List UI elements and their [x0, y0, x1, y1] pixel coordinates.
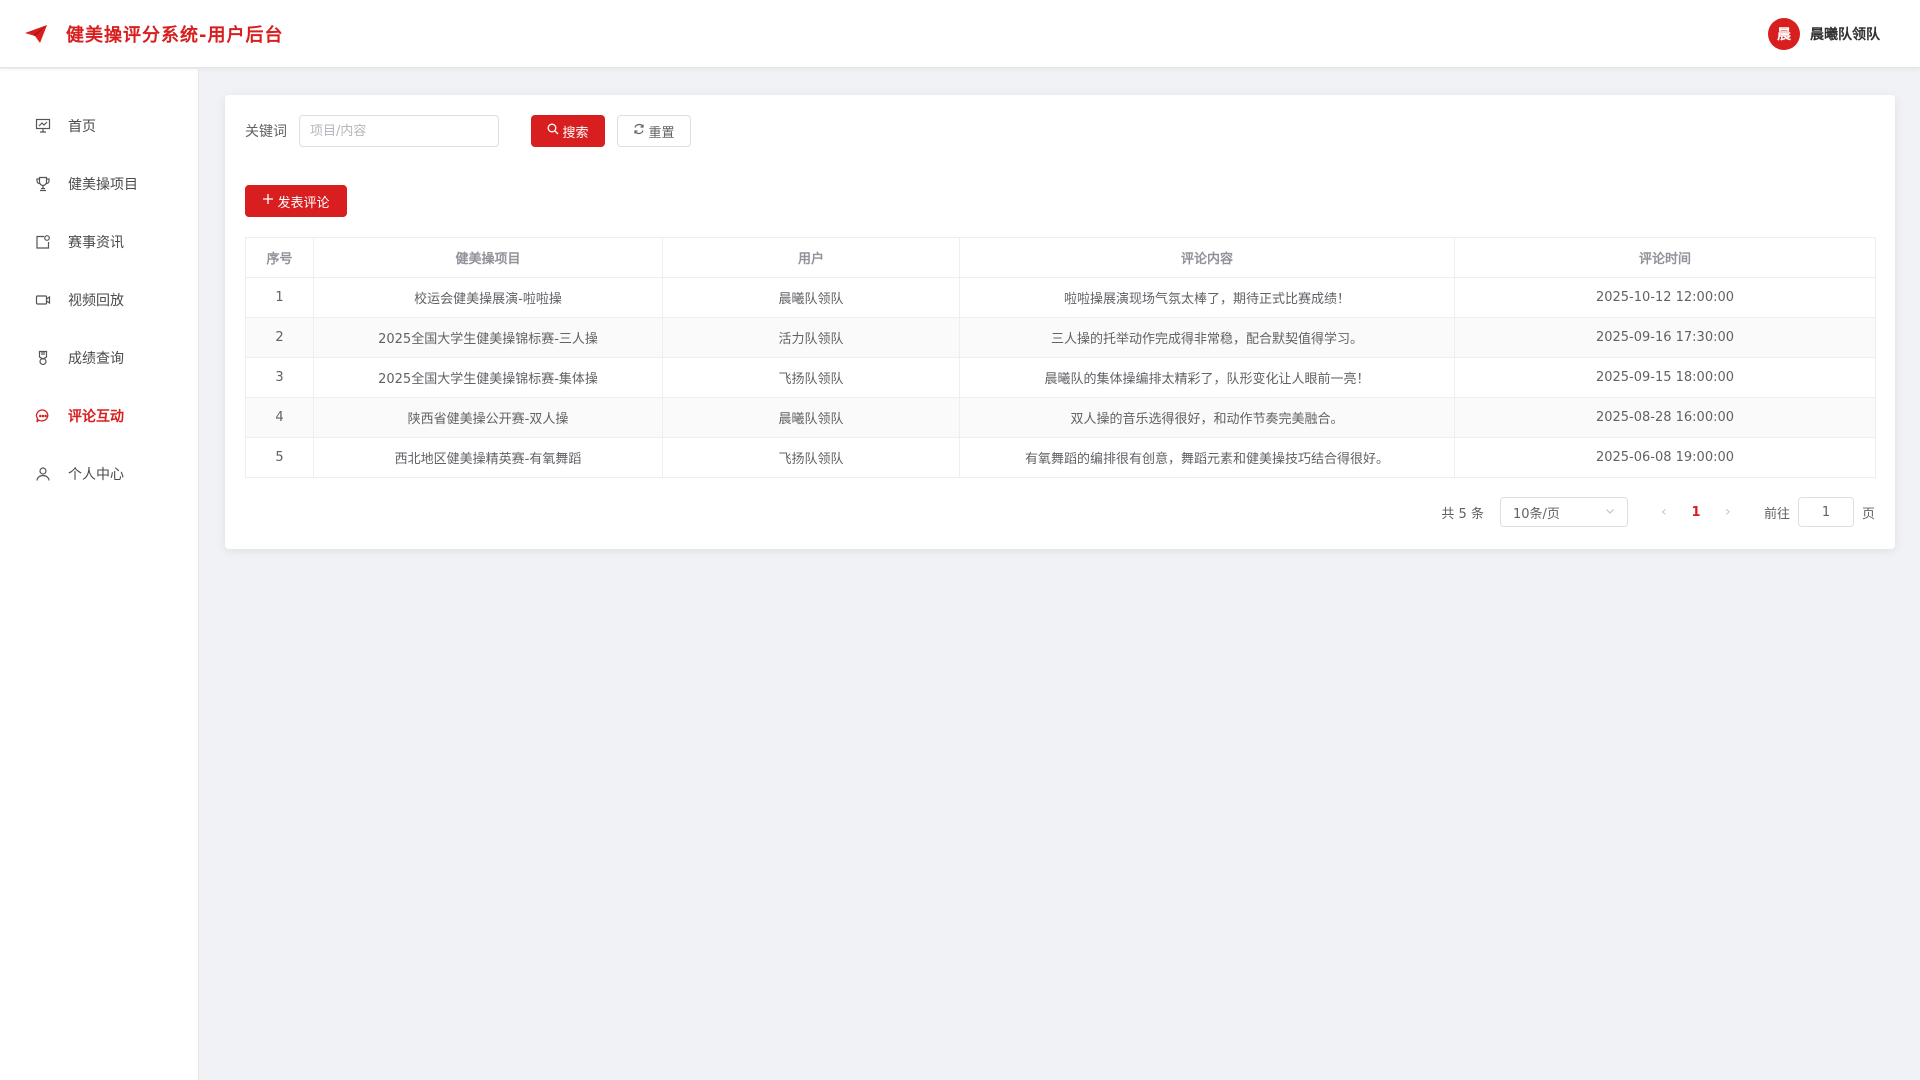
- table-header-row: 序号 健美操项目 用户 评论内容 评论时间: [245, 237, 1876, 278]
- search-icon: [547, 123, 559, 139]
- comments-table: 序号 健美操项目 用户 评论内容 评论时间 1 校运会健美操展演-啦啦操 晨曦队…: [245, 237, 1876, 478]
- column-header-user: 用户: [662, 237, 960, 278]
- sidebar-item-label: 首页: [68, 119, 96, 135]
- add-comment-button[interactable]: 发表评论: [245, 185, 347, 217]
- chevron-down-icon: [1605, 505, 1615, 520]
- user-menu[interactable]: 晨 晨曦队领队: [1768, 17, 1880, 50]
- sidebar-item-video[interactable]: 视频回放: [0, 271, 198, 329]
- cell-project: 2025全国大学生健美操锦标赛-三人操: [313, 317, 663, 358]
- reset-button[interactable]: 重置: [617, 115, 691, 147]
- sidebar: 首页 健美操项目 赛事资讯 视频回放 成绩查询 评论互动 个人中心: [0, 69, 199, 1080]
- table-row[interactable]: 2 2025全国大学生健美操锦标赛-三人操 活力队领队 三人操的托举动作完成得非…: [245, 317, 1876, 358]
- cell-project: 2025全国大学生健美操锦标赛-集体操: [313, 357, 663, 398]
- paper-plane-icon: [24, 22, 52, 46]
- top-header: 健美操评分系统-用户后台 晨 晨曦队领队: [0, 0, 1920, 68]
- news-icon: [34, 233, 52, 251]
- next-page-icon[interactable]: ›: [1716, 504, 1740, 520]
- cell-user: 活力队领队: [662, 317, 960, 358]
- add-comment-label: 发表评论: [277, 195, 330, 211]
- video-camera-icon: [34, 291, 52, 309]
- page-size-value: 10条/页: [1512, 506, 1560, 522]
- cell-index: 3: [245, 357, 314, 398]
- medal-icon: [34, 349, 52, 367]
- trophy-icon: [34, 175, 52, 193]
- sidebar-item-label: 评论互动: [68, 409, 124, 425]
- cell-time: 2025-06-08 19:00:00: [1454, 437, 1876, 478]
- page-number-current[interactable]: 1: [1676, 505, 1716, 520]
- page-size-select[interactable]: 10条/页: [1499, 497, 1628, 527]
- sidebar-item-label: 成绩查询: [68, 351, 124, 367]
- cell-content: 三人操的托举动作完成得非常稳，配合默契值得学习。: [959, 317, 1455, 358]
- cell-index: 1: [245, 277, 314, 318]
- cell-content: 有氧舞蹈的编排很有创意，舞蹈元素和健美操技巧结合得很好。: [959, 437, 1455, 478]
- pagination: 共 5 条 10条/页 ‹ 1 › 前往 页: [1441, 497, 1875, 527]
- cell-time: 2025-09-16 17:30:00: [1454, 317, 1876, 358]
- cell-user: 晨曦队领队: [662, 277, 960, 318]
- app-title: 健美操评分系统-用户后台: [66, 24, 284, 46]
- cell-project: 陕西省健美操公开赛-双人操: [313, 397, 663, 438]
- sidebar-item-home[interactable]: 首页: [0, 97, 198, 155]
- brand[interactable]: 健美操评分系统-用户后台: [24, 21, 283, 47]
- comments-panel: 关键词 搜索 重置 发表评论: [225, 95, 1895, 549]
- user-icon: [34, 465, 52, 483]
- reset-button-label: 重置: [648, 125, 675, 141]
- cell-index: 5: [245, 437, 314, 478]
- table-row[interactable]: 4 陕西省健美操公开赛-双人操 晨曦队领队 双人操的音乐选得很好，和动作节奏完美…: [245, 397, 1876, 438]
- plus-icon: [262, 193, 274, 209]
- goto-page-input[interactable]: [1797, 497, 1854, 527]
- column-header-index: 序号: [245, 237, 314, 278]
- prev-page-icon[interactable]: ‹: [1652, 504, 1676, 520]
- sidebar-item-scores[interactable]: 成绩查询: [0, 329, 198, 387]
- column-header-time: 评论时间: [1454, 237, 1876, 278]
- cell-content: 双人操的音乐选得很好，和动作节奏完美融合。: [959, 397, 1455, 438]
- dashboard-icon: [34, 117, 52, 135]
- cell-time: 2025-09-15 18:00:00: [1454, 357, 1876, 398]
- cell-index: 2: [245, 317, 314, 358]
- table-row[interactable]: 1 校运会健美操展演-啦啦操 晨曦队领队 啦啦操展演现场气氛太棒了，期待正式比赛…: [245, 277, 1876, 318]
- search-button[interactable]: 搜索: [531, 115, 605, 147]
- sidebar-item-comments[interactable]: 评论互动: [0, 387, 198, 445]
- sidebar-item-projects[interactable]: 健美操项目: [0, 155, 198, 213]
- keyword-label: 关键词: [245, 124, 287, 140]
- cell-content: 晨曦队的集体操编排太精彩了，队形变化让人眼前一亮！: [959, 357, 1455, 398]
- cell-time: 2025-10-12 12:00:00: [1454, 277, 1876, 318]
- table-row[interactable]: 3 2025全国大学生健美操锦标赛-集体操 飞扬队领队 晨曦队的集体操编排太精彩…: [245, 357, 1876, 398]
- cell-index: 4: [245, 397, 314, 438]
- sidebar-item-label: 赛事资讯: [68, 235, 124, 251]
- table-row[interactable]: 5 西北地区健美操精英赛-有氧舞蹈 飞扬队领队 有氧舞蹈的编排很有创意，舞蹈元素…: [245, 437, 1876, 478]
- page-unit-label: 页: [1861, 506, 1875, 522]
- column-header-project: 健美操项目: [313, 237, 663, 278]
- cell-time: 2025-08-28 16:00:00: [1454, 397, 1876, 438]
- sidebar-item-label: 健美操项目: [68, 177, 138, 193]
- sidebar-item-label: 个人中心: [68, 467, 124, 483]
- search-bar: 关键词 搜索 重置: [245, 115, 1875, 147]
- cell-content: 啦啦操展演现场气氛太棒了，期待正式比赛成绩！: [959, 277, 1455, 318]
- search-button-label: 搜索: [562, 125, 589, 141]
- refresh-icon: [633, 123, 645, 139]
- cell-project: 校运会健美操展演-啦啦操: [313, 277, 663, 318]
- column-header-content: 评论内容: [959, 237, 1455, 278]
- sidebar-item-profile[interactable]: 个人中心: [0, 445, 198, 503]
- keyword-input[interactable]: [299, 115, 499, 147]
- sidebar-item-news[interactable]: 赛事资讯: [0, 213, 198, 271]
- goto-label: 前往: [1763, 506, 1790, 522]
- cell-user: 晨曦队领队: [662, 397, 960, 438]
- sidebar-item-label: 视频回放: [68, 293, 124, 309]
- cell-project: 西北地区健美操精英赛-有氧舞蹈: [313, 437, 663, 478]
- cell-user: 飞扬队领队: [662, 357, 960, 398]
- total-count: 共 5 条: [1441, 506, 1484, 522]
- user-name[interactable]: 晨曦队领队: [1810, 24, 1880, 44]
- avatar[interactable]: 晨: [1768, 17, 1800, 50]
- chat-icon: [34, 407, 52, 425]
- cell-user: 飞扬队领队: [662, 437, 960, 478]
